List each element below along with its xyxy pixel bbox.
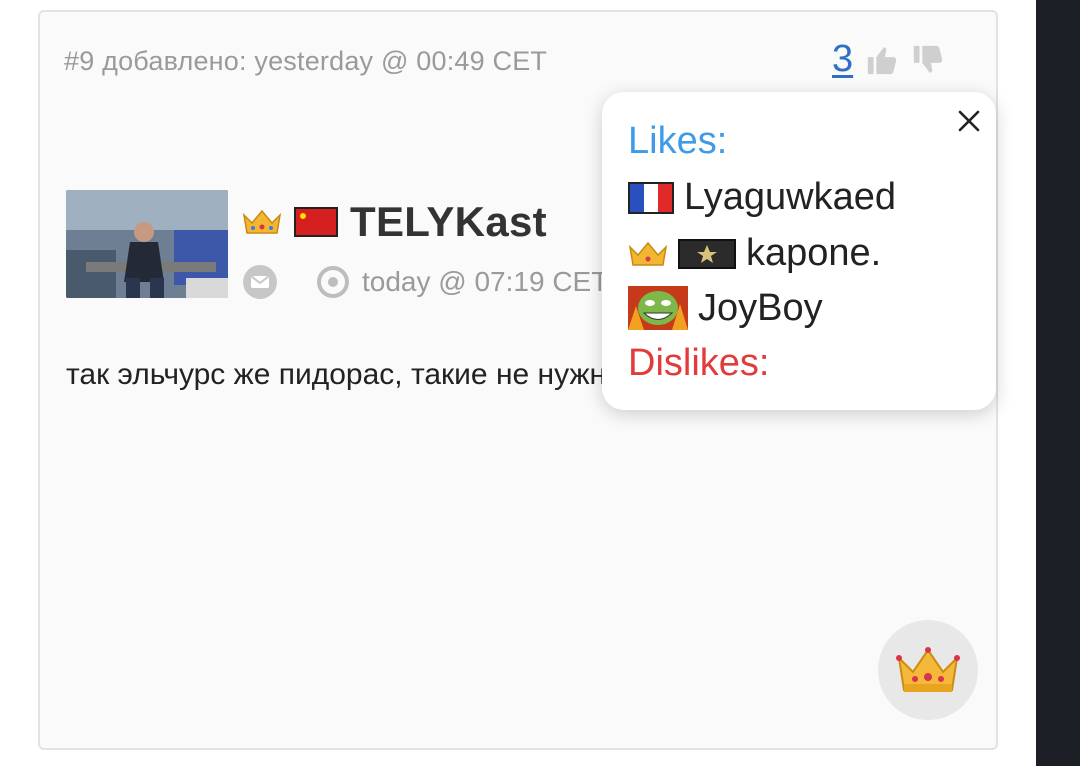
- crown-icon: [242, 209, 282, 234]
- dislikes-heading: Dislikes:: [628, 342, 770, 384]
- thumbs-down-icon[interactable]: [911, 43, 945, 77]
- likes-popup: Likes: Lyaguwkaed kapone. JoyBoy Dislike…: [602, 92, 996, 410]
- author-name[interactable]: TELYKast: [350, 198, 547, 246]
- likes-heading: Likes:: [628, 120, 728, 162]
- author-row: TELYKast: [242, 198, 547, 246]
- close-icon[interactable]: [954, 106, 984, 136]
- troll-face-avatar-icon: [628, 286, 688, 330]
- liker-name: Lyaguwkaed: [684, 176, 896, 218]
- liker-name: kapone.: [746, 232, 882, 274]
- rank-badge-icon: [678, 238, 736, 269]
- post-meta: #9 добавлено: yesterday @ 00:49 CET: [64, 46, 548, 76]
- rating-widget: 3: [832, 38, 957, 81]
- liker-name: JoyBoy: [698, 286, 823, 329]
- crown-icon: [896, 647, 960, 692]
- liker-item[interactable]: JoyBoy: [628, 286, 823, 330]
- thumbs-up-icon[interactable]: [865, 43, 899, 77]
- author-avatar[interactable]: [66, 190, 228, 298]
- crown-fab-button[interactable]: [878, 620, 978, 720]
- china-flag-icon: [294, 207, 338, 237]
- dark-side-strip: [1036, 0, 1080, 766]
- france-flag-icon: [628, 181, 674, 214]
- liker-item[interactable]: kapone.: [628, 232, 881, 275]
- author-sub-row: today @ 07:19 CET: [242, 264, 608, 300]
- mail-icon[interactable]: [242, 264, 278, 300]
- comment-text: так эльчурс же пидорас, такие не нужны: [66, 358, 628, 391]
- liker-item[interactable]: Lyaguwkaed: [628, 176, 896, 219]
- author-last-seen: today @ 07:19 CET: [362, 266, 609, 297]
- crown-icon: [628, 241, 668, 266]
- clock-icon: [317, 266, 349, 298]
- rating-count-link[interactable]: 3: [832, 38, 853, 81]
